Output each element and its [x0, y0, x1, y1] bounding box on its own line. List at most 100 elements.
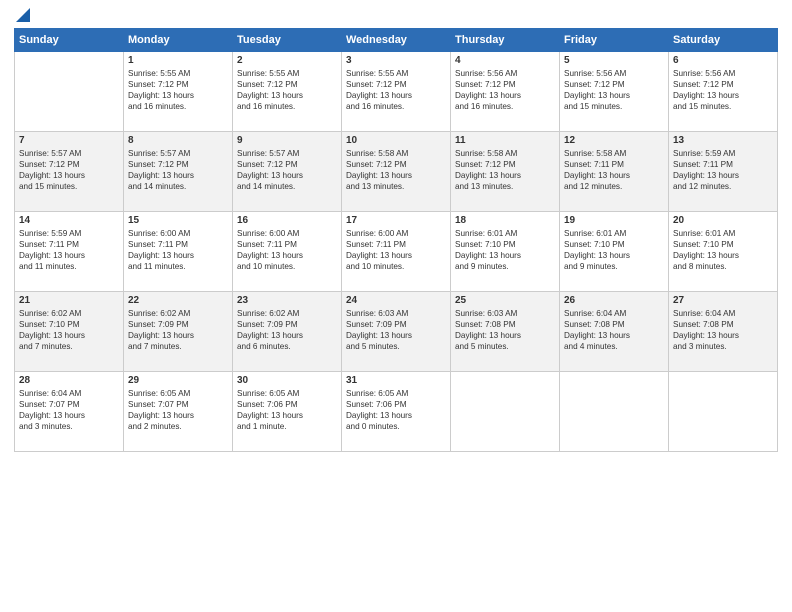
header-thursday: Thursday [451, 29, 560, 52]
calendar-cell: 19 Sunrise: 6:01 AM Sunset: 7:10 PM Dayli… [560, 212, 669, 292]
cell-info: Sunrise: 6:01 AM Sunset: 7:10 PM Dayligh… [455, 228, 555, 272]
calendar-week-row: 1 Sunrise: 5:55 AM Sunset: 7:12 PM Daylig… [15, 52, 778, 132]
calendar-cell [669, 372, 778, 452]
cell-info: Sunrise: 5:59 AM Sunset: 7:11 PM Dayligh… [19, 228, 119, 272]
calendar-cell: 29 Sunrise: 6:05 AM Sunset: 7:07 PM Dayli… [124, 372, 233, 452]
calendar-cell: 2Sunrise: 5:55 AM Sunset: 7:12 PM Daylig… [233, 52, 342, 132]
day-number: 18 [455, 215, 555, 226]
cell-info: Sunrise: 6:05 AM Sunset: 7:06 PM Dayligh… [346, 388, 446, 432]
day-number: 29 [128, 375, 228, 386]
calendar-cell: 20Sunrise: 6:01 AM Sunset: 7:10 PM Dayli… [669, 212, 778, 292]
day-number: 3 [346, 55, 446, 66]
cell-info: Sunrise: 5:55 AM Sunset: 7:12 PM Dayligh… [346, 68, 446, 112]
day-number: 6 [673, 55, 773, 66]
calendar-cell: 24 Sunrise: 6:03 AM Sunset: 7:09 PM Dayli… [342, 292, 451, 372]
calendar-week-row: 21Sunrise: 6:02 AM Sunset: 7:10 PM Dayli… [15, 292, 778, 372]
cell-info: Sunrise: 6:02 AM Sunset: 7:10 PM Dayligh… [19, 308, 119, 352]
page-container: Sunday Monday Tuesday Wednesday Thursday… [0, 0, 792, 460]
day-number: 23 [237, 295, 337, 306]
day-number: 10 [346, 135, 446, 146]
calendar-week-row: 28 Sunrise: 6:04 AM Sunset: 7:07 PM Dayli… [15, 372, 778, 452]
day-number: 20 [673, 215, 773, 226]
calendar-body: 1 Sunrise: 5:55 AM Sunset: 7:12 PM Daylig… [15, 52, 778, 452]
calendar-cell: 3 Sunrise: 5:55 AM Sunset: 7:12 PM Daylig… [342, 52, 451, 132]
cell-info: Sunrise: 6:05 AM Sunset: 7:06 PM Dayligh… [237, 388, 337, 432]
day-number: 16 [237, 215, 337, 226]
calendar-cell: 6 Sunrise: 5:56 AM Sunset: 7:12 PM Daylig… [669, 52, 778, 132]
calendar-header: Sunday Monday Tuesday Wednesday Thursday… [15, 29, 778, 52]
cell-info: Sunrise: 5:56 AM Sunset: 7:12 PM Dayligh… [673, 68, 773, 112]
header [14, 12, 778, 22]
calendar-week-row: 14Sunrise: 5:59 AM Sunset: 7:11 PM Dayli… [15, 212, 778, 292]
calendar-cell: 22 Sunrise: 6:02 AM Sunset: 7:09 PM Dayli… [124, 292, 233, 372]
day-number: 4 [455, 55, 555, 66]
calendar-cell [560, 372, 669, 452]
calendar-cell: 12 Sunrise: 5:58 AM Sunset: 7:11 PM Dayli… [560, 132, 669, 212]
cell-info: Sunrise: 5:58 AM Sunset: 7:12 PM Dayligh… [346, 148, 446, 192]
calendar-cell: 25Sunrise: 6:03 AM Sunset: 7:08 PM Dayli… [451, 292, 560, 372]
cell-info: Sunrise: 5:59 AM Sunset: 7:11 PM Dayligh… [673, 148, 773, 192]
calendar-cell: 23 Sunrise: 6:02 AM Sunset: 7:09 PM Dayli… [233, 292, 342, 372]
day-number: 11 [455, 135, 555, 146]
calendar-cell: 31 Sunrise: 6:05 AM Sunset: 7:06 PM Dayli… [342, 372, 451, 452]
day-number: 26 [564, 295, 664, 306]
cell-info: Sunrise: 6:03 AM Sunset: 7:09 PM Dayligh… [346, 308, 446, 352]
day-number: 7 [19, 135, 119, 146]
day-number: 1 [128, 55, 228, 66]
cell-info: Sunrise: 6:01 AM Sunset: 7:10 PM Dayligh… [564, 228, 664, 272]
cell-info: Sunrise: 5:57 AM Sunset: 7:12 PM Dayligh… [237, 148, 337, 192]
calendar-cell: 5 Sunrise: 5:56 AM Sunset: 7:12 PM Daylig… [560, 52, 669, 132]
logo-icon [16, 8, 30, 22]
cell-info: Sunrise: 5:58 AM Sunset: 7:11 PM Dayligh… [564, 148, 664, 192]
calendar-table: Sunday Monday Tuesday Wednesday Thursday… [14, 28, 778, 452]
calendar-cell: 9 Sunrise: 5:57 AM Sunset: 7:12 PM Daylig… [233, 132, 342, 212]
cell-info: Sunrise: 5:55 AM Sunset: 7:12 PM Dayligh… [128, 68, 228, 112]
calendar-cell: 27Sunrise: 6:04 AM Sunset: 7:08 PM Dayli… [669, 292, 778, 372]
day-number: 15 [128, 215, 228, 226]
cell-info: Sunrise: 6:04 AM Sunset: 7:08 PM Dayligh… [673, 308, 773, 352]
weekday-header-row: Sunday Monday Tuesday Wednesday Thursday… [15, 29, 778, 52]
day-number: 5 [564, 55, 664, 66]
calendar-cell: 1 Sunrise: 5:55 AM Sunset: 7:12 PM Daylig… [124, 52, 233, 132]
cell-info: Sunrise: 5:58 AM Sunset: 7:12 PM Dayligh… [455, 148, 555, 192]
cell-info: Sunrise: 5:55 AM Sunset: 7:12 PM Dayligh… [237, 68, 337, 112]
calendar-cell: 14Sunrise: 5:59 AM Sunset: 7:11 PM Dayli… [15, 212, 124, 292]
day-number: 12 [564, 135, 664, 146]
day-number: 13 [673, 135, 773, 146]
header-monday: Monday [124, 29, 233, 52]
calendar-cell [15, 52, 124, 132]
day-number: 8 [128, 135, 228, 146]
cell-info: Sunrise: 5:56 AM Sunset: 7:12 PM Dayligh… [564, 68, 664, 112]
cell-info: Sunrise: 6:04 AM Sunset: 7:08 PM Dayligh… [564, 308, 664, 352]
calendar-cell [451, 372, 560, 452]
cell-info: Sunrise: 6:00 AM Sunset: 7:11 PM Dayligh… [237, 228, 337, 272]
day-number: 31 [346, 375, 446, 386]
calendar-cell: 18 Sunrise: 6:01 AM Sunset: 7:10 PM Dayli… [451, 212, 560, 292]
cell-info: Sunrise: 5:56 AM Sunset: 7:12 PM Dayligh… [455, 68, 555, 112]
header-wednesday: Wednesday [342, 29, 451, 52]
calendar-cell: 13 Sunrise: 5:59 AM Sunset: 7:11 PM Dayli… [669, 132, 778, 212]
cell-info: Sunrise: 6:04 AM Sunset: 7:07 PM Dayligh… [19, 388, 119, 432]
calendar-cell: 21Sunrise: 6:02 AM Sunset: 7:10 PM Dayli… [15, 292, 124, 372]
calendar-cell: 17Sunrise: 6:00 AM Sunset: 7:11 PM Dayli… [342, 212, 451, 292]
day-number: 28 [19, 375, 119, 386]
header-tuesday: Tuesday [233, 29, 342, 52]
day-number: 24 [346, 295, 446, 306]
day-number: 22 [128, 295, 228, 306]
header-sunday: Sunday [15, 29, 124, 52]
cell-info: Sunrise: 5:57 AM Sunset: 7:12 PM Dayligh… [19, 148, 119, 192]
day-number: 17 [346, 215, 446, 226]
cell-info: Sunrise: 6:02 AM Sunset: 7:09 PM Dayligh… [237, 308, 337, 352]
cell-info: Sunrise: 6:05 AM Sunset: 7:07 PM Dayligh… [128, 388, 228, 432]
calendar-cell: 10 Sunrise: 5:58 AM Sunset: 7:12 PM Dayli… [342, 132, 451, 212]
day-number: 25 [455, 295, 555, 306]
day-number: 30 [237, 375, 337, 386]
header-friday: Friday [560, 29, 669, 52]
calendar-cell: 30 Sunrise: 6:05 AM Sunset: 7:06 PM Dayli… [233, 372, 342, 452]
logo [14, 12, 30, 22]
calendar-cell: 16 Sunrise: 6:00 AM Sunset: 7:11 PM Dayli… [233, 212, 342, 292]
calendar-cell: 15Sunrise: 6:00 AM Sunset: 7:11 PM Dayli… [124, 212, 233, 292]
day-number: 19 [564, 215, 664, 226]
day-number: 9 [237, 135, 337, 146]
cell-info: Sunrise: 6:02 AM Sunset: 7:09 PM Dayligh… [128, 308, 228, 352]
